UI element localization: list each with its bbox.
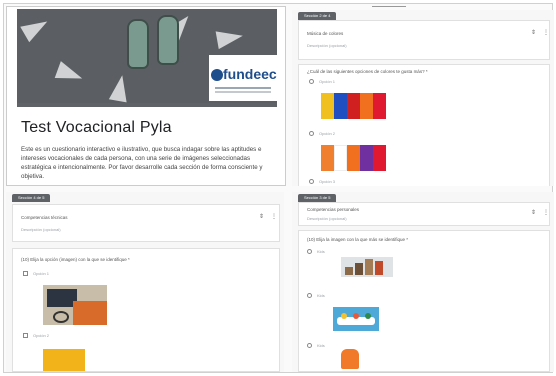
option-label: Opción 2 <box>319 131 336 136</box>
person-graphic <box>365 313 371 319</box>
more-options-icon[interactable]: ⋮ <box>271 213 277 220</box>
option-checkbox[interactable] <box>23 333 28 338</box>
option-label: Kids <box>317 249 325 254</box>
section-description[interactable]: Descripción (opcional) <box>307 216 347 221</box>
section-tab: Sección 4 de 5 <box>12 194 51 202</box>
logo-icon <box>211 69 223 81</box>
form-header-panel: fundeec Test Vocacional Pyla Este es un … <box>6 6 286 186</box>
section-header-card[interactable]: Competencias personales Descripción (opc… <box>298 202 550 226</box>
logo-tagline-graphic <box>215 87 271 89</box>
section-title[interactable]: Música de colores <box>307 31 343 36</box>
option-label: Opción 3 <box>319 179 336 184</box>
section-panel-technical: Sección 4 de 5 Competencias técnicas Des… <box>6 192 284 372</box>
section-tab: Sección 2 de 4 <box>298 12 337 20</box>
question-text: ¿Cuál de las siguientes opciones de colo… <box>307 69 428 74</box>
color-swatch <box>334 145 347 171</box>
arrow-graphic <box>20 13 52 43</box>
option-image-orange[interactable] <box>341 349 359 369</box>
arrow-graphic <box>215 26 245 50</box>
section-panel-colors: Sección 2 de 4 Música de colores Descrip… <box>292 10 554 186</box>
section-panel-personal: Sección 3 de 5 Competencias personales D… <box>292 192 554 372</box>
color-swatch <box>334 93 347 119</box>
color-swatch <box>360 145 373 171</box>
person-graphic <box>353 313 359 319</box>
collapse-icon[interactable]: ⇕ <box>531 29 536 36</box>
person-graphic <box>341 313 347 319</box>
option-image-desk[interactable] <box>43 285 107 325</box>
color-swatch <box>360 93 373 119</box>
option-label: Kids <box>317 343 325 348</box>
cube-graphic <box>355 263 363 275</box>
color-swatch <box>347 93 360 119</box>
option-radio[interactable] <box>309 131 314 136</box>
form-description[interactable]: Este es un cuestionario interactivo e il… <box>21 145 277 181</box>
option-radio[interactable] <box>307 343 312 348</box>
section-title[interactable]: Competencias personales <box>307 207 359 212</box>
section-header-card[interactable]: Música de colores Descripción (opcional)… <box>298 20 550 60</box>
color-swatch <box>321 93 334 119</box>
section-description[interactable]: Descripción (opcional) <box>21 227 61 232</box>
cube-graphic <box>375 261 383 275</box>
option-label: Opción 1 <box>33 271 50 276</box>
option-label: Opción 1 <box>319 79 336 84</box>
question-card: (10) Elija la opción (imagen) con la que… <box>12 248 280 372</box>
shoe-graphic <box>127 19 149 69</box>
section-header-card[interactable]: Competencias técnicas Descripción (opcio… <box>12 204 280 242</box>
option-image-yellow[interactable] <box>43 349 85 371</box>
option-image-team[interactable] <box>333 307 379 331</box>
option-checkbox[interactable] <box>23 271 28 276</box>
header-accent-bar <box>17 103 277 107</box>
section-tab: Sección 3 de 5 <box>298 194 337 202</box>
option-radio[interactable] <box>307 249 312 254</box>
option-radio[interactable] <box>307 293 312 298</box>
shoe-graphic <box>157 15 179 65</box>
color-swatch <box>373 93 386 119</box>
arrow-graphic <box>54 61 86 87</box>
option-label: Opción 2 <box>33 333 50 338</box>
fundeec-logo: fundeec <box>209 55 277 101</box>
arrow-graphic <box>108 73 132 103</box>
section-description[interactable]: Descripción (opcional) <box>307 43 347 48</box>
cube-graphic <box>345 267 353 275</box>
more-options-icon[interactable]: ⋮ <box>543 29 549 36</box>
form-title[interactable]: Test Vocacional Pyla <box>21 119 172 137</box>
notebook-graphic <box>73 301 107 325</box>
color-swatch <box>373 145 386 171</box>
section-title[interactable]: Competencias técnicas <box>21 215 68 220</box>
collapse-icon[interactable]: ⇕ <box>531 209 536 216</box>
option-radio[interactable] <box>309 79 314 84</box>
question-card: (10) Elija la imagen con la que más se i… <box>298 230 550 372</box>
color-swatch <box>347 145 360 171</box>
collapse-icon[interactable]: ⇕ <box>259 213 264 220</box>
divider <box>372 6 406 7</box>
option-image-cubes[interactable] <box>341 257 393 277</box>
header-banner-image: fundeec <box>17 9 277 103</box>
cube-graphic <box>365 259 373 275</box>
glasses-graphic <box>53 311 69 323</box>
question-card: ¿Cuál de las siguientes opciones de colo… <box>298 64 550 186</box>
option-label: Kids <box>317 293 325 298</box>
question-text: (10) Elija la imagen con la que más se i… <box>307 237 409 242</box>
more-options-icon[interactable]: ⋮ <box>543 209 549 216</box>
color-swatch <box>321 145 334 171</box>
question-text: (10) Elija la opción (imagen) con la que… <box>21 257 130 262</box>
option-radio[interactable] <box>309 179 314 184</box>
logo-text: fundeec <box>223 66 277 82</box>
